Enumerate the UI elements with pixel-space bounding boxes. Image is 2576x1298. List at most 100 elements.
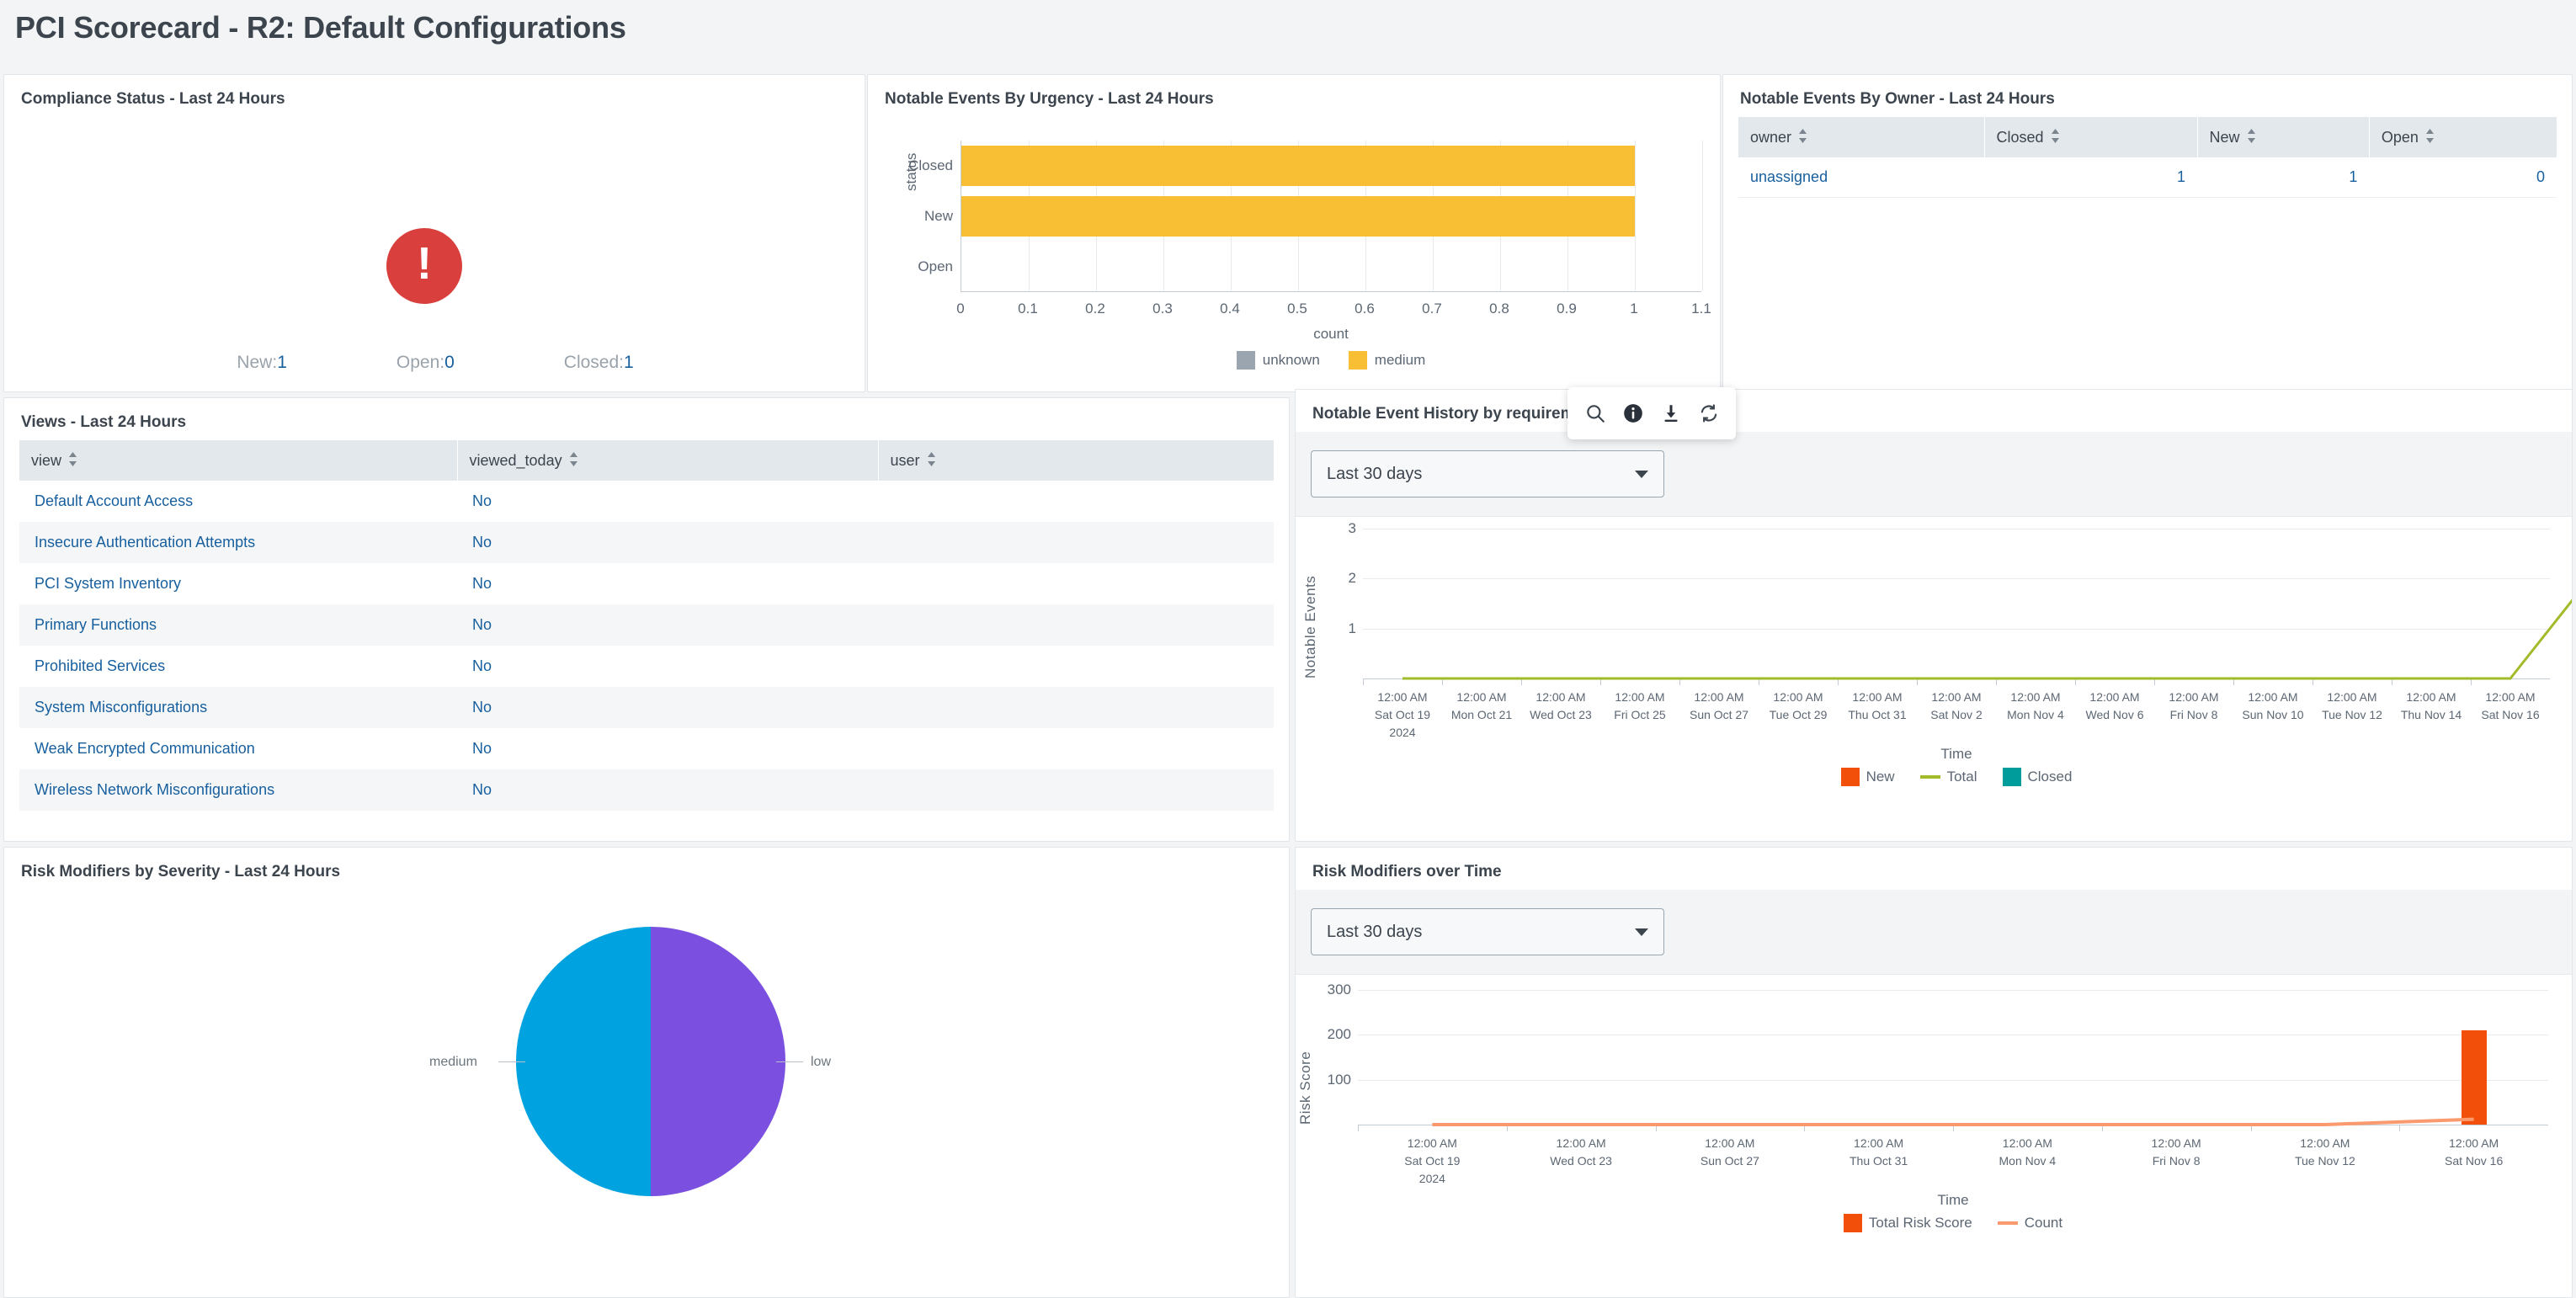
cell-view[interactable]: Weak Encrypted Communication: [19, 728, 457, 769]
cell-view[interactable]: Wireless Network Misconfigurations: [19, 769, 457, 811]
tick-time: 12:00 AM: [1854, 1136, 1904, 1150]
tick-time: 12:00 AM: [1773, 690, 1823, 704]
status-label: Closed:: [563, 353, 624, 372]
column-label: user: [890, 452, 920, 469]
legend-swatch: [2002, 768, 2021, 786]
column-header-New[interactable]: New: [2197, 117, 2370, 157]
x-tick-label: 12:00 AM Sat Oct 19 2024: [1404, 1135, 1460, 1188]
cell-view[interactable]: Primary Functions: [19, 604, 457, 646]
column-header-Open[interactable]: Open: [2369, 117, 2557, 157]
urgency-bar-new-medium[interactable]: [961, 196, 1635, 237]
cell-viewed_today[interactable]: No: [457, 728, 878, 769]
cell-user[interactable]: [878, 563, 1274, 604]
x-tick-label: 12:00 AM Tue Nov 12: [2322, 689, 2382, 724]
legend-item-new[interactable]: New: [1840, 768, 1895, 786]
cell-viewed_today[interactable]: No: [457, 646, 878, 687]
tick-time: 12:00 AM: [1852, 690, 1903, 704]
x-tick-label: 12:00 AM Thu Nov 14: [2401, 689, 2462, 724]
sort-icon[interactable]: [2425, 129, 2435, 147]
info-icon[interactable]: [1622, 402, 1644, 424]
cell-Closed[interactable]: 1: [1984, 157, 2198, 198]
urgency-chart: status Closed New Open 0 0.1 0.2 0.3 0.4 0.5 0.6…: [868, 117, 1720, 378]
line-series-layer: [1432, 1117, 2474, 1126]
search-icon[interactable]: [1584, 402, 1606, 424]
cell-viewed_today[interactable]: No: [457, 687, 878, 728]
neh-time-range-picker[interactable]: Last 30 days: [1311, 450, 1664, 497]
cell-owner[interactable]: unassigned: [1738, 157, 1985, 198]
tick-time: 12:00 AM: [1377, 690, 1428, 704]
urgency-bar-closed-medium[interactable]: [961, 146, 1635, 186]
legend-item-closed[interactable]: Closed: [2002, 768, 2072, 786]
urgency-legend: unknown medium: [961, 351, 1701, 370]
column-header-owner[interactable]: owner: [1738, 117, 1985, 157]
cell-viewed_today[interactable]: No: [457, 563, 878, 604]
cell-view[interactable]: Prohibited Services: [19, 646, 457, 687]
cell-Open[interactable]: 0: [2369, 157, 2557, 198]
panel-risk-modifiers-over-time: Risk Modifiers over Time Last 30 days 10…: [1295, 847, 2573, 1298]
cell-view[interactable]: Insecure Authentication Attempts: [19, 522, 457, 563]
sort-icon[interactable]: [927, 452, 936, 471]
x-axis-title: Time: [1940, 746, 1972, 762]
panel-title-urgency: Notable Events By Urgency - Last 24 Hour…: [885, 90, 1214, 108]
cell-viewed_today[interactable]: No: [457, 481, 878, 522]
urgency-xtick: 0.3: [1152, 301, 1173, 317]
tick-time: 12:00 AM: [1407, 1136, 1457, 1150]
tick-time: 12:00 AM: [2010, 690, 2061, 704]
pie-label-low: low: [811, 1055, 832, 1069]
tick-time: 12:00 AM: [1931, 690, 1982, 704]
sort-icon[interactable]: [1798, 129, 1807, 147]
refresh-icon[interactable]: [1698, 402, 1720, 424]
column-header-viewed_today[interactable]: viewed_today: [457, 440, 879, 481]
cell-view[interactable]: PCI System Inventory: [19, 563, 457, 604]
legend-line-swatch: [1997, 1221, 2018, 1225]
cell-user[interactable]: [878, 769, 1274, 811]
sort-icon[interactable]: [68, 452, 77, 471]
rmt-chart: 100 200 300 Risk Score 12:00 AM Sat Oct 19 202…: [1296, 975, 2572, 1244]
cell-New[interactable]: 1: [2197, 157, 2370, 198]
line-total: [1402, 598, 2572, 680]
cell-viewed_today[interactable]: No: [457, 769, 878, 811]
status-value[interactable]: 1: [277, 353, 287, 372]
table-body: Default Account Access No Insecure Authent…: [19, 481, 1274, 811]
urgency-legend-unknown[interactable]: unknown: [1236, 351, 1320, 370]
x-tick-label: 12:00 AM Sat Nov 16: [2445, 1135, 2503, 1170]
legend-item-count[interactable]: Count: [1997, 1215, 2063, 1232]
tick-date: Sat Oct 19: [1404, 1154, 1461, 1168]
column-header-user[interactable]: user: [878, 440, 1274, 481]
cell-user[interactable]: [878, 687, 1274, 728]
tick-date: Fri Nov 8: [2152, 1154, 2201, 1168]
urgency-legend-medium[interactable]: medium: [1348, 351, 1425, 370]
x-tick-label: 12:00 AM Mon Nov 4: [1999, 1135, 2057, 1170]
sort-icon[interactable]: [569, 452, 578, 471]
legend-swatch: [1236, 351, 1255, 370]
download-icon[interactable]: [1660, 402, 1682, 424]
rmt-time-range-picker[interactable]: Last 30 days: [1311, 908, 1664, 955]
pie-shape[interactable]: [516, 927, 785, 1196]
legend-label: New: [1865, 769, 1895, 785]
cell-user[interactable]: [878, 481, 1274, 522]
status-value[interactable]: 1: [624, 353, 634, 372]
x-tick-label: 12:00 AM Tue Nov 12: [2295, 1135, 2355, 1170]
cell-user[interactable]: [878, 604, 1274, 646]
cell-view[interactable]: Default Account Access: [19, 481, 457, 522]
cell-user[interactable]: [878, 522, 1274, 563]
x-axis-title: Time: [1937, 1192, 1969, 1208]
cell-view[interactable]: System Misconfigurations: [19, 687, 457, 728]
urgency-xtick: 0.9: [1557, 301, 1577, 317]
urgency-x-axis-title: count: [1313, 326, 1349, 342]
column-header-Closed[interactable]: Closed: [1984, 117, 2198, 157]
legend-label: Total Risk Score: [1868, 1215, 1972, 1231]
legend-item-total-risk-score[interactable]: Total Risk Score: [1843, 1214, 1972, 1232]
cell-viewed_today[interactable]: No: [457, 604, 878, 646]
cell-user[interactable]: [878, 646, 1274, 687]
x-tick-label: 12:00 AM Sat Oct 19 2024: [1375, 689, 1430, 742]
status-value[interactable]: 0: [444, 353, 455, 372]
legend-item-total[interactable]: Total: [1919, 769, 1977, 785]
sort-icon[interactable]: [2247, 129, 2256, 147]
sort-icon[interactable]: [2051, 129, 2060, 147]
column-header-view[interactable]: view: [19, 440, 458, 481]
cell-user[interactable]: [878, 728, 1274, 769]
cell-viewed_today[interactable]: No: [457, 522, 878, 563]
legend-label: Count: [2024, 1215, 2063, 1231]
line-count: [1432, 1117, 2474, 1126]
